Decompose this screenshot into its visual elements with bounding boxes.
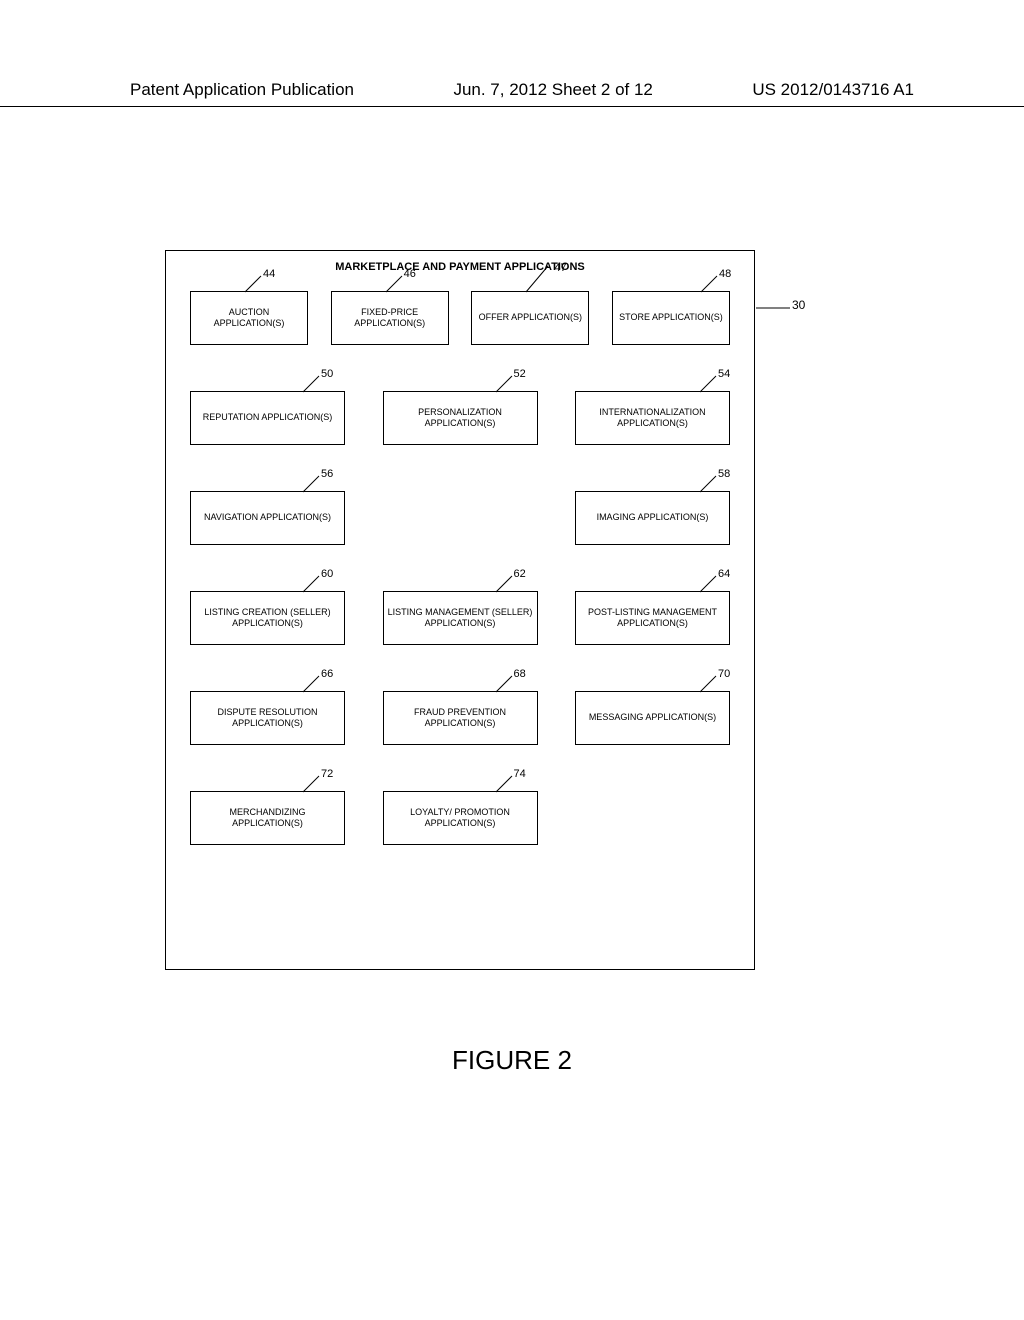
box-label: FIXED-PRICE APPLICATION(S) <box>336 307 444 330</box>
box-label: STORE APPLICATION(S) <box>619 312 723 323</box>
listing-management-app-box: LISTING MANAGEMENT (SELLER) APPLICATION(… <box>383 591 538 645</box>
header-right: US 2012/0143716 A1 <box>752 80 914 100</box>
ref-label: 70 <box>718 668 730 682</box>
ref-label: 50 <box>321 368 333 382</box>
ref-label: 48 <box>719 268 731 282</box>
loyalty-promotion-app-box: LOYALTY/ PROMOTION APPLICATION(S) 74 <box>383 791 538 845</box>
ref-label: 58 <box>718 468 730 482</box>
empty-slot <box>575 791 730 845</box>
box-label: IMAGING APPLICATION(S) <box>597 512 709 523</box>
diagram-row-3: NAVIGATION APPLICATION(S) 56 IMAGING APP… <box>190 491 730 545</box>
ref-label: 74 <box>514 768 526 782</box>
ref-label: 46 <box>404 268 416 282</box>
ref-label: 62 <box>514 568 526 582</box>
leader-line-icon <box>756 300 792 310</box>
listing-creation-app-box: LISTING CREATION (SELLER) APPLICATION(S)… <box>190 591 345 645</box>
page: Patent Application Publication Jun. 7, 2… <box>0 0 1024 1320</box>
box-label: POST-LISTING MANAGEMENT APPLICATION(S) <box>580 607 725 630</box>
ref-label: 72 <box>321 768 333 782</box>
diagram-row-2: REPUTATION APPLICATION(S) 50 PERSONALIZA… <box>190 391 730 445</box>
auction-app-box: AUCTION APPLICATION(S) 44 <box>190 291 308 345</box>
empty-slot <box>383 491 538 545</box>
ref-label: 47 <box>554 262 566 276</box>
personalization-app-box: PERSONALIZATION APPLICATION(S) 52 <box>383 391 538 445</box>
box-label: AUCTION APPLICATION(S) <box>195 307 303 330</box>
box-label: LOYALTY/ PROMOTION APPLICATION(S) <box>388 807 533 830</box>
post-listing-management-app-box: POST-LISTING MANAGEMENT APPLICATION(S) 6… <box>575 591 730 645</box>
ref-label: 54 <box>718 368 730 382</box>
imaging-app-box: IMAGING APPLICATION(S) 58 <box>575 491 730 545</box>
box-label: INTERNATIONALIZATION APPLICATION(S) <box>580 407 725 430</box>
reputation-app-box: REPUTATION APPLICATION(S) 50 <box>190 391 345 445</box>
box-label: FRAUD PREVENTION APPLICATION(S) <box>388 707 533 730</box>
outer-ref-label: 30 <box>792 298 805 312</box>
ref-label: 64 <box>718 568 730 582</box>
figure-caption: FIGURE 2 <box>0 1045 1024 1076</box>
ref-label: 52 <box>514 368 526 382</box>
box-label: OFFER APPLICATION(S) <box>479 312 582 323</box>
box-label: NAVIGATION APPLICATION(S) <box>204 512 331 523</box>
diagram-frame: MARKETPLACE AND PAYMENT APPLICATIONS AUC… <box>165 250 755 970</box>
ref-label: 68 <box>514 668 526 682</box>
ref-label: 60 <box>321 568 333 582</box>
diagram-row-6: MERCHANDIZING APPLICATION(S) 72 LOYALTY/… <box>190 791 730 845</box>
box-label: MESSAGING APPLICATION(S) <box>589 712 716 723</box>
box-label: DISPUTE RESOLUTION APPLICATION(S) <box>195 707 340 730</box>
box-label: PERSONALIZATION APPLICATION(S) <box>388 407 533 430</box>
fraud-prevention-app-box: FRAUD PREVENTION APPLICATION(S) 68 <box>383 691 538 745</box>
ref-label: 66 <box>321 668 333 682</box>
document-header: Patent Application Publication Jun. 7, 2… <box>0 80 1024 107</box>
navigation-app-box: NAVIGATION APPLICATION(S) 56 <box>190 491 345 545</box>
fixed-price-app-box: FIXED-PRICE APPLICATION(S) 46 <box>331 291 449 345</box>
header-center: Jun. 7, 2012 Sheet 2 of 12 <box>453 80 652 100</box>
messaging-app-box: MESSAGING APPLICATION(S) 70 <box>575 691 730 745</box>
store-app-box: STORE APPLICATION(S) 48 <box>612 291 730 345</box>
diagram-row-1: AUCTION APPLICATION(S) 44 FIXED-PRICE AP… <box>190 291 730 345</box>
ref-label: 44 <box>263 268 275 282</box>
offer-app-box: OFFER APPLICATION(S) 47 <box>471 291 589 345</box>
ref-label: 56 <box>321 468 333 482</box>
box-label: MERCHANDIZING APPLICATION(S) <box>195 807 340 830</box>
merchandizing-app-box: MERCHANDIZING APPLICATION(S) 72 <box>190 791 345 845</box>
diagram-row-4: LISTING CREATION (SELLER) APPLICATION(S)… <box>190 591 730 645</box>
dispute-resolution-app-box: DISPUTE RESOLUTION APPLICATION(S) 66 <box>190 691 345 745</box>
box-label: REPUTATION APPLICATION(S) <box>203 412 333 423</box>
header-left: Patent Application Publication <box>130 80 354 100</box>
diagram-row-5: DISPUTE RESOLUTION APPLICATION(S) 66 FRA… <box>190 691 730 745</box>
box-label: LISTING CREATION (SELLER) APPLICATION(S) <box>195 607 340 630</box>
box-label: LISTING MANAGEMENT (SELLER) APPLICATION(… <box>388 607 533 630</box>
internationalization-app-box: INTERNATIONALIZATION APPLICATION(S) 54 <box>575 391 730 445</box>
